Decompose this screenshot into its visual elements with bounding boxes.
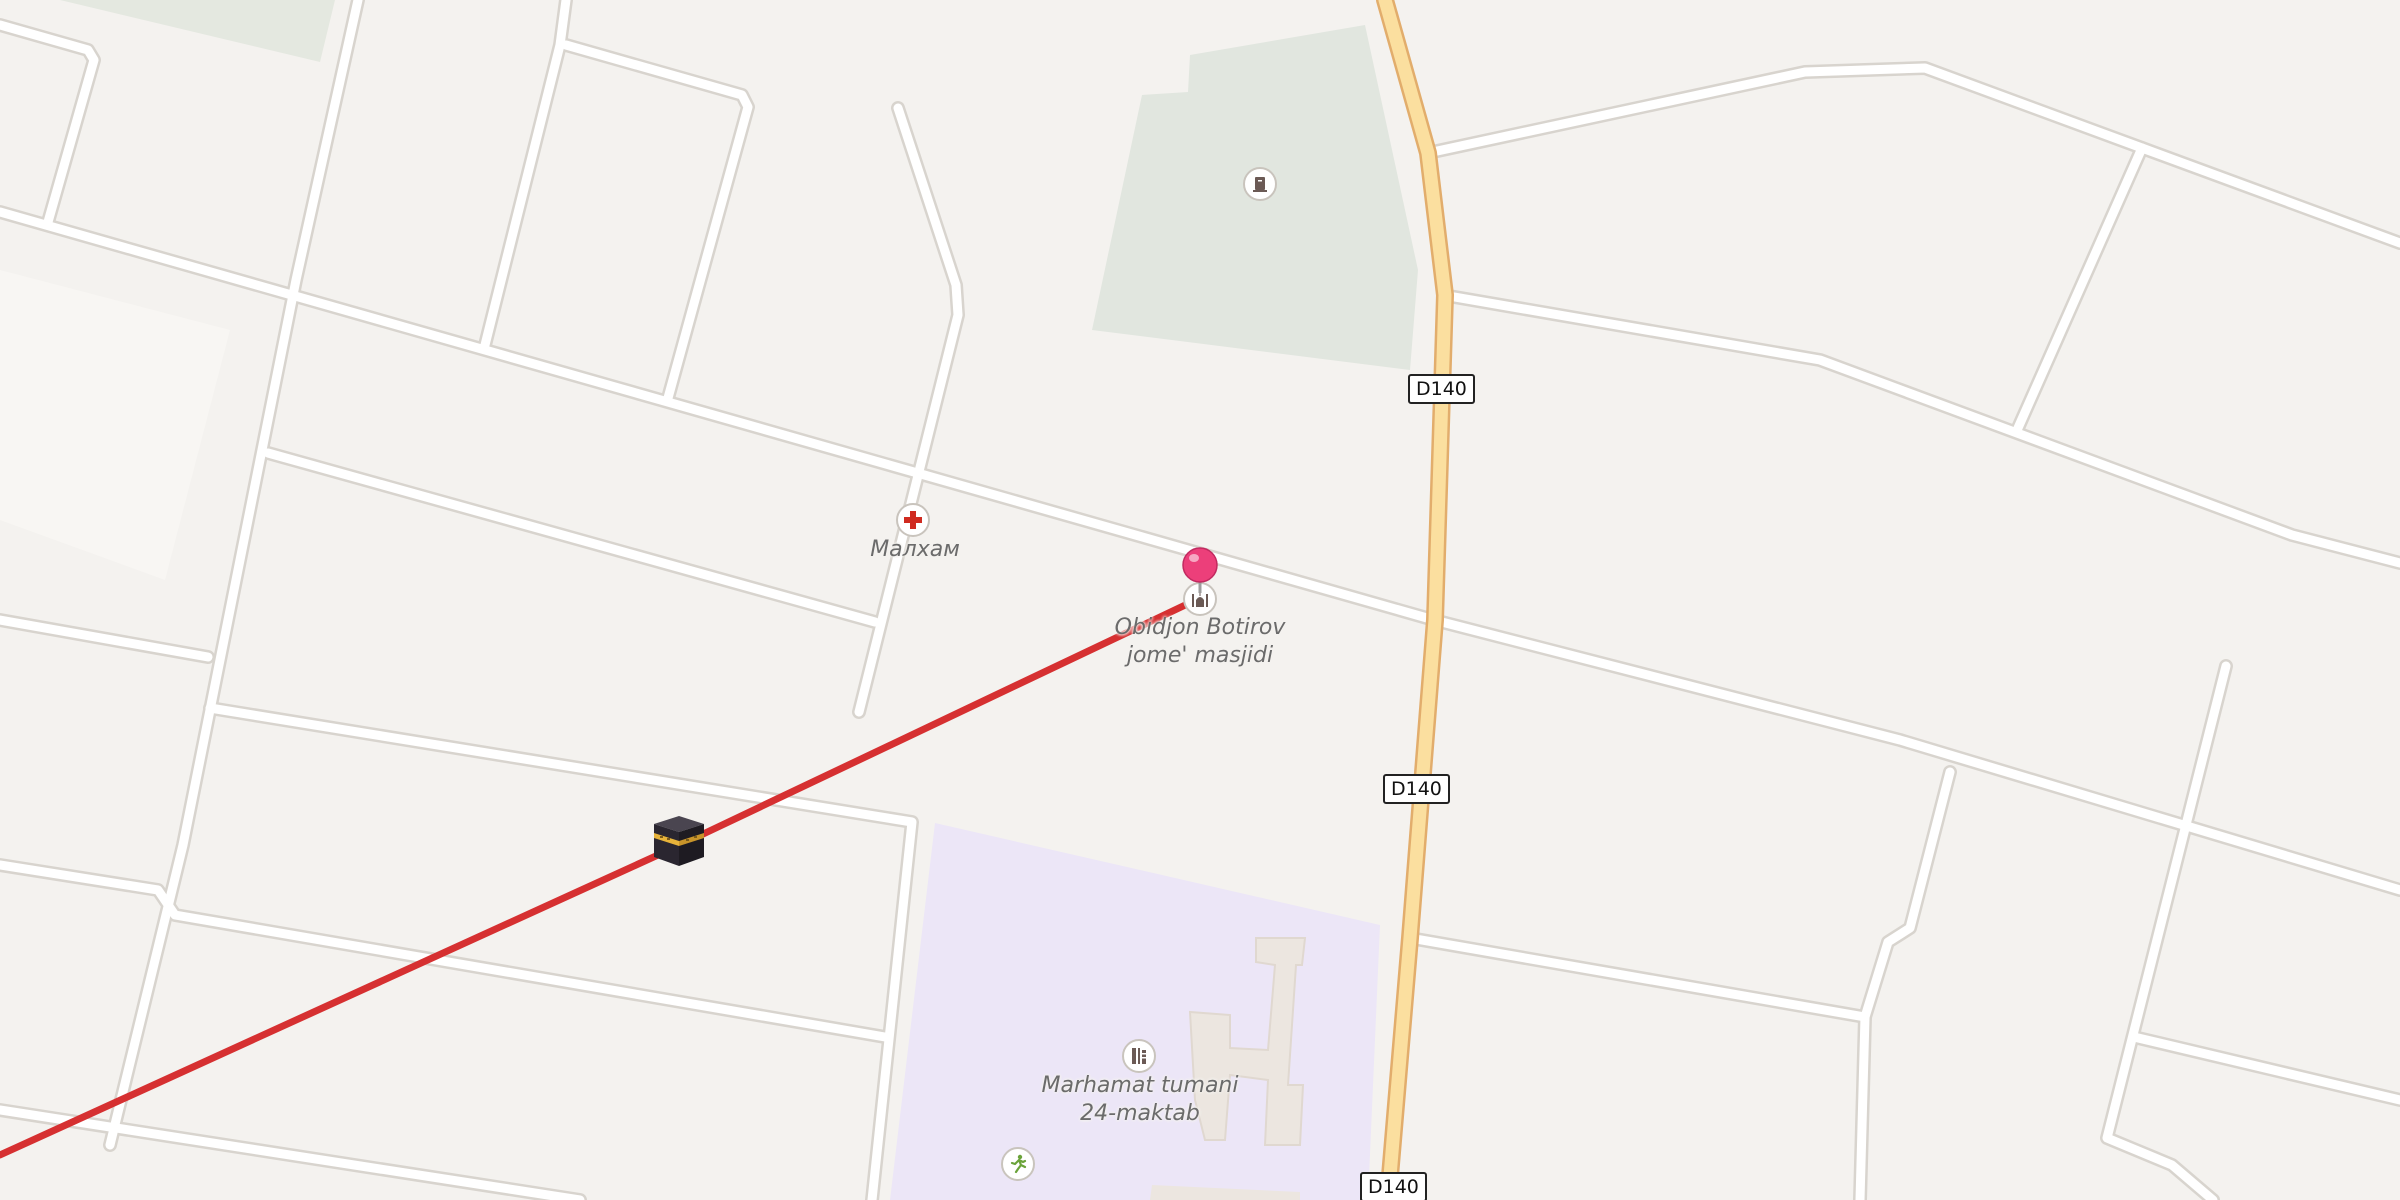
school-icon[interactable] <box>1122 1039 1156 1073</box>
school-area <box>890 823 1380 1200</box>
road-shield-d140: D140 <box>1360 1172 1427 1200</box>
kaaba-icon <box>650 812 708 874</box>
map-view[interactable]: D140 D140 D140 Малхам Obidjon Botirov jo… <box>0 0 2400 1200</box>
mosque-label-line1: Obidjon Botirov <box>1114 615 1286 640</box>
medical-cross-icon[interactable] <box>896 503 930 537</box>
location-pin-icon[interactable] <box>1180 545 1220 599</box>
mosque-label-line2: jome' masjidi <box>1126 643 1274 668</box>
tombstone-icon[interactable] <box>1243 167 1277 201</box>
light-area-left <box>0 270 230 580</box>
road-shield-d140: D140 <box>1383 774 1450 804</box>
school-label-line2: 24-maktab <box>1080 1101 1200 1126</box>
road-shield-d140: D140 <box>1408 374 1475 404</box>
clinic-label: Малхам <box>870 537 960 562</box>
running-person-icon[interactable] <box>1001 1147 1035 1181</box>
park-area-top-left <box>60 0 335 62</box>
school-label-line1: Marhamat tumani <box>1041 1073 1239 1098</box>
